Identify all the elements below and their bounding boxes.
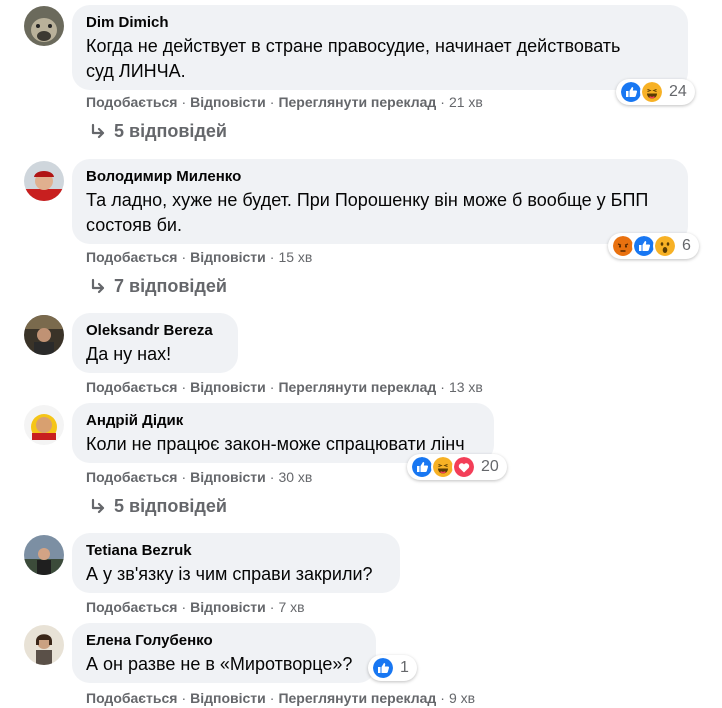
comment-text: Когда не действует в стране правосудие, … bbox=[86, 36, 621, 81]
comment-timestamp[interactable]: 15 хв bbox=[278, 249, 312, 265]
like-link[interactable]: Подобається bbox=[86, 94, 177, 110]
comment-text: А он разве не в «Миротворце»? bbox=[86, 654, 353, 674]
reaction-count: 24 bbox=[669, 83, 687, 100]
comment-actions: Подобається · Відповісти · 30 хв bbox=[86, 469, 313, 485]
comment-author[interactable]: Елена Голубенко bbox=[86, 631, 362, 651]
avatar[interactable] bbox=[24, 161, 64, 201]
avatar[interactable] bbox=[24, 315, 64, 355]
like-link[interactable]: Подобається bbox=[86, 690, 177, 706]
love-icon bbox=[452, 455, 476, 479]
reaction-count: 20 bbox=[481, 458, 499, 475]
comment-timestamp[interactable]: 13 хв bbox=[449, 379, 483, 395]
reply-link[interactable]: Відповісти bbox=[190, 379, 266, 395]
reactions-summary[interactable]: 24 bbox=[616, 79, 695, 105]
reactions-summary[interactable]: 6 bbox=[608, 233, 699, 259]
reply-link[interactable]: Відповісти bbox=[190, 94, 266, 110]
reply-arrow-icon bbox=[91, 123, 105, 138]
reaction-count: 6 bbox=[682, 237, 691, 254]
comment-author[interactable]: Oleksandr Bereza bbox=[86, 321, 224, 341]
see-translation-link[interactable]: Переглянути переклад bbox=[278, 690, 436, 706]
comment-bubble: Володимир Миленко Та ладно, хуже не буде… bbox=[72, 159, 688, 244]
comment-actions: Подобається · Відповісти · 15 хв bbox=[86, 249, 313, 265]
comment-author[interactable]: Tetiana Bezruk bbox=[86, 541, 386, 561]
comment-author[interactable]: Володимир Миленко bbox=[86, 167, 674, 187]
like-link[interactable]: Подобається bbox=[86, 599, 177, 615]
avatar[interactable] bbox=[24, 405, 64, 445]
comment-bubble: Tetiana Bezruk А у зв'язку із чим справи… bbox=[72, 533, 400, 593]
comment-timestamp[interactable]: 9 хв bbox=[449, 690, 475, 706]
comment-actions: Подобається · Відповісти · 7 хв bbox=[86, 599, 305, 615]
comment-bubble: Dim Dimich Когда не действует в стране п… bbox=[72, 5, 688, 90]
reply-arrow-icon bbox=[91, 278, 105, 293]
comment-actions: Подобається · Відповісти · Переглянути перек… bbox=[86, 379, 483, 395]
comment-author[interactable]: Dim Dimich bbox=[86, 13, 674, 33]
wow-icon bbox=[653, 234, 677, 258]
reaction-count: 1 bbox=[400, 659, 409, 676]
comment-bubble: Oleksandr Bereza Да ну нах! bbox=[72, 313, 238, 373]
comment-author[interactable]: Андрій Дідик bbox=[86, 411, 480, 431]
comment-actions: Подобається · Відповісти · Переглянути перек… bbox=[86, 94, 483, 110]
view-replies-link[interactable]: 7 відповідей bbox=[88, 276, 227, 297]
avatar[interactable] bbox=[24, 6, 64, 46]
replies-count-label: 5 відповідей bbox=[114, 496, 227, 516]
reply-arrow-icon bbox=[91, 498, 105, 513]
comment-timestamp[interactable]: 30 хв bbox=[278, 469, 312, 485]
comment-text: А у зв'язку із чим справи закрили? bbox=[86, 564, 373, 584]
like-link[interactable]: Подобається bbox=[86, 379, 177, 395]
comment-timestamp[interactable]: 21 хв bbox=[449, 94, 483, 110]
reply-link[interactable]: Відповісти bbox=[190, 469, 266, 485]
see-translation-link[interactable]: Переглянути переклад bbox=[278, 94, 436, 110]
comment-timestamp[interactable]: 7 хв bbox=[278, 599, 304, 615]
like-link[interactable]: Подобається bbox=[86, 249, 177, 265]
view-replies-link[interactable]: 5 відповідей bbox=[88, 121, 227, 142]
comment-text: Да ну нах! bbox=[86, 344, 172, 364]
comment-text: Та ладно, хуже не будет. При Порошенку в… bbox=[86, 190, 649, 235]
see-translation-link[interactable]: Переглянути переклад bbox=[278, 379, 436, 395]
reactions-summary[interactable]: 20 bbox=[407, 454, 507, 480]
reply-link[interactable]: Відповісти bbox=[190, 249, 266, 265]
like-icon bbox=[371, 656, 395, 680]
view-replies-link[interactable]: 5 відповідей bbox=[88, 496, 227, 517]
reactions-summary[interactable]: 1 bbox=[368, 655, 417, 681]
comment-actions: Подобається · Відповісти · Переглянути перек… bbox=[86, 690, 476, 706]
comment-bubble: Елена Голубенко А он разве не в «Миротво… bbox=[72, 623, 376, 683]
reply-link[interactable]: Відповісти bbox=[190, 599, 266, 615]
avatar[interactable] bbox=[24, 625, 64, 665]
replies-count-label: 7 відповідей bbox=[114, 276, 227, 296]
replies-count-label: 5 відповідей bbox=[114, 121, 227, 141]
reply-link[interactable]: Відповісти bbox=[190, 690, 266, 706]
like-link[interactable]: Подобається bbox=[86, 469, 177, 485]
haha-icon bbox=[640, 80, 664, 104]
avatar[interactable] bbox=[24, 535, 64, 575]
